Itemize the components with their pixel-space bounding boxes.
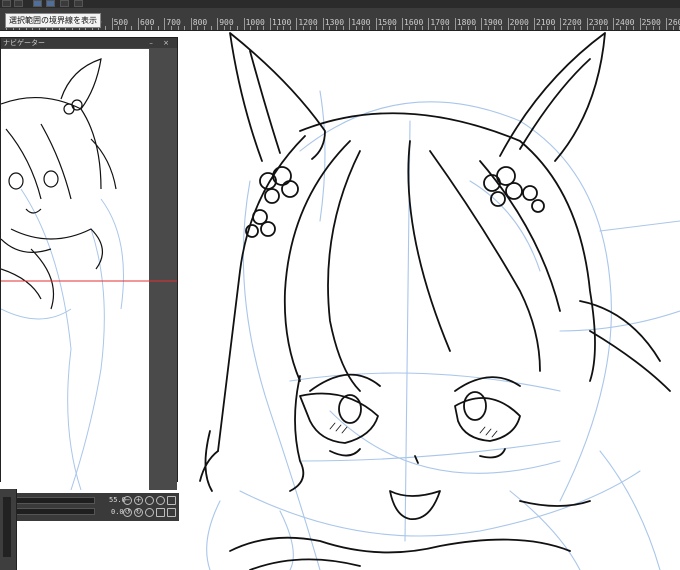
navigator-title: ナビゲーター <box>3 39 45 47</box>
ruler-tick <box>560 18 562 30</box>
ruler-tick <box>534 18 535 30</box>
navigator-titlebar[interactable]: ナビゲーター – × <box>1 38 177 48</box>
ruler-minor-tick <box>105 26 106 30</box>
ruler-minor-tick <box>131 26 133 30</box>
ruler-label: 1100 <box>272 18 292 27</box>
rotate-reset-icon[interactable] <box>145 508 154 517</box>
actual-size-icon[interactable] <box>156 496 165 505</box>
ruler-label: 2000 <box>509 18 529 27</box>
navigator-view-frame[interactable] <box>1 280 177 282</box>
ruler-label: 600 <box>140 18 155 27</box>
ruler-tick <box>375 18 377 30</box>
menu-icon[interactable] <box>2 0 11 7</box>
rotation-value: 0.0 <box>111 508 124 516</box>
ruler-label: 800 <box>192 18 208 27</box>
flip-vertical-icon[interactable] <box>167 508 176 517</box>
transform-icon[interactable] <box>46 0 55 7</box>
ruler-minor-tick <box>237 26 238 30</box>
top-toolbar <box>0 0 680 8</box>
horizontal-ruler[interactable]: 1002003004005006007008009001000110012001… <box>0 8 680 31</box>
selection-icon[interactable] <box>14 0 23 7</box>
ruler-label: 1000 <box>245 18 265 27</box>
fit-view-icon[interactable] <box>145 496 154 505</box>
ruler-label: 900 <box>219 18 234 27</box>
ruler-tick <box>639 18 641 30</box>
ruler-tick <box>322 18 324 30</box>
guide-sketch <box>206 90 680 570</box>
lineart <box>199 32 671 570</box>
ruler-label: 1700 <box>430 18 450 27</box>
ruler-tick <box>613 18 615 30</box>
ruler-minor-tick <box>184 26 186 30</box>
ruler-label: 700 <box>166 18 181 27</box>
rotate-right-icon[interactable]: ↻ <box>134 508 143 517</box>
ruler-label: 2200 <box>562 18 582 27</box>
ruler-tick <box>111 18 113 30</box>
ruler-tick <box>138 18 139 30</box>
ruler-tick <box>164 18 166 30</box>
ruler-label: 2300 <box>588 18 609 27</box>
ruler-tick <box>507 18 509 30</box>
ruler-tick <box>586 18 588 30</box>
ruler-tick <box>402 18 403 30</box>
layer-scrollbar[interactable] <box>3 497 11 557</box>
ruler-label: 2100 <box>536 18 556 27</box>
lasso-icon[interactable] <box>33 0 42 7</box>
ruler-label: 1600 <box>404 18 424 27</box>
ruler-tick <box>243 18 245 30</box>
layer-panel <box>0 489 17 570</box>
ruler-label: 2500 <box>641 18 661 27</box>
ruler-minor-tick <box>210 26 212 30</box>
ruler-tick <box>349 18 351 30</box>
window-buttons[interactable]: – × <box>149 38 173 48</box>
ruler-tick <box>428 18 430 30</box>
ruler-label: 1900 <box>483 18 503 27</box>
tooltip: 選択範囲の境界線を表示 <box>5 13 101 28</box>
navigator-side-panel <box>149 49 177 490</box>
navigator-panel[interactable]: ナビゲーター – × 55.0 0.0 − + ↺ ↻ <box>0 37 179 521</box>
flip-horizontal-icon[interactable] <box>156 508 165 517</box>
ruler-minor-tick <box>157 26 159 30</box>
ruler-label: 1500 <box>377 18 397 27</box>
navigator-controls: 55.0 0.0 − + ↺ ↻ <box>1 493 179 521</box>
rotate-left-icon[interactable]: ↺ <box>123 508 132 517</box>
zoom-out-icon[interactable]: − <box>123 496 132 505</box>
navigator-preview[interactable] <box>1 49 149 490</box>
ruler-label: 1200 <box>298 18 318 27</box>
ruler-label: 2400 <box>615 18 635 27</box>
ruler-label: 500 <box>113 18 129 27</box>
ruler-tick <box>217 18 219 30</box>
ruler-tick <box>190 18 192 30</box>
blush-lines <box>329 422 498 438</box>
ruler-label: 1800 <box>456 18 477 27</box>
ruler-label: 1400 <box>351 18 371 27</box>
zoom-in-icon[interactable]: + <box>134 496 143 505</box>
ruler-tick <box>481 18 483 30</box>
ruler-tick <box>454 18 456 30</box>
ruler-label: 2600 <box>668 18 680 27</box>
ruler-label: 1300 <box>324 18 345 27</box>
ruler-tick <box>296 18 298 30</box>
ruler-tick <box>270 18 271 30</box>
layer-icon[interactable] <box>60 0 69 7</box>
reset-icon[interactable] <box>167 496 176 505</box>
ruler-tick <box>666 18 667 30</box>
save-icon[interactable] <box>74 0 83 7</box>
